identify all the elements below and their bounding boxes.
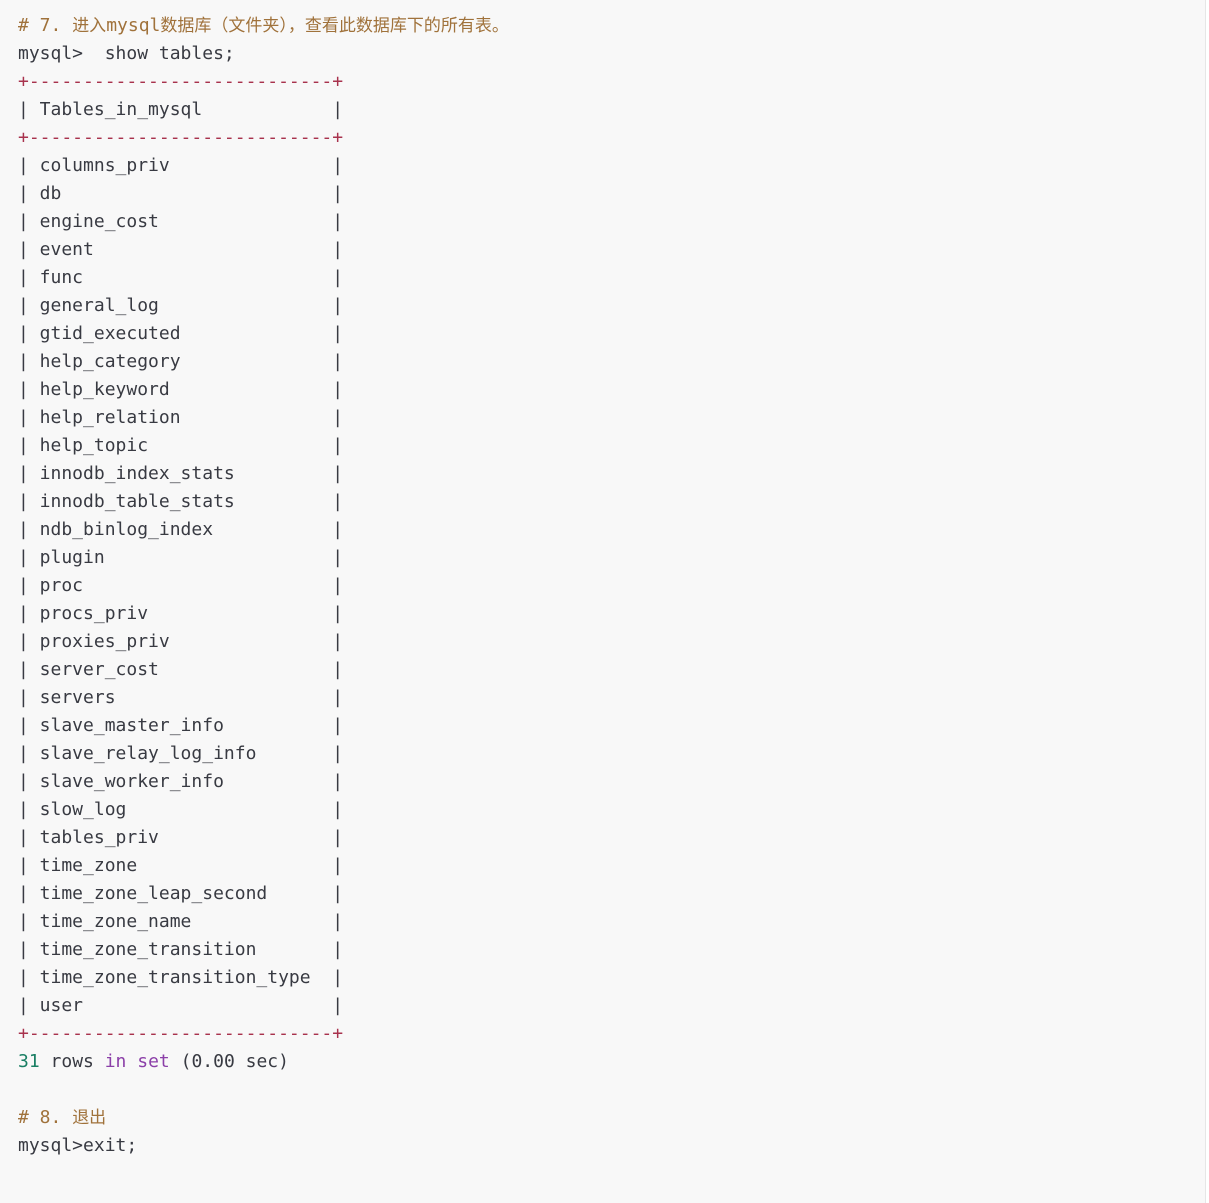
result-space <box>126 1051 137 1072</box>
table-row: | slow_log | <box>18 799 344 820</box>
table-row: | time_zone_transition_type | <box>18 967 344 988</box>
table-row: | general_log | <box>18 295 344 316</box>
code-content: # 7. 进入mysql数据库（文件夹），查看此数据库下的所有表。 mysql> … <box>0 0 1205 1160</box>
table-row: | innodb_table_stats | <box>18 491 344 512</box>
table-row: | ndb_binlog_index | <box>18 519 344 540</box>
table-row: | innodb_index_stats | <box>18 463 344 484</box>
table-row: | gtid_executed | <box>18 323 344 344</box>
comment-db-name: mysql <box>106 15 161 36</box>
table-row: | help_topic | <box>18 435 344 456</box>
table-row: | help_relation | <box>18 407 344 428</box>
table-row: | engine_cost | <box>18 211 344 232</box>
comment-prefix: # 8. <box>18 1107 73 1128</box>
table-row: | time_zone | <box>18 855 344 876</box>
table-header: | Tables_in_mysql | <box>18 99 344 120</box>
comment-step-7: # 7. 进入mysql数据库（文件夹），查看此数据库下的所有表。 <box>18 12 1205 40</box>
table-row: | plugin | <box>18 547 344 568</box>
table-rows: | columns_priv | | db | | engine_cost | | e… <box>18 152 1205 1020</box>
result-summary: 31 rows in set (0.00 sec) <box>18 1048 1205 1076</box>
comment-step-8: # 8. 退出 <box>18 1104 1205 1132</box>
table-row: | time_zone_transition | <box>18 939 344 960</box>
table-row: | slave_relay_log_info | <box>18 743 344 764</box>
code-block: # 7. 进入mysql数据库（文件夹），查看此数据库下的所有表。 mysql> … <box>0 0 1206 1203</box>
table-row: | proc | <box>18 575 344 596</box>
result-rows-word: rows <box>39 1051 105 1072</box>
table-border-bottom: +----------------------------+ <box>18 1023 344 1044</box>
prompt-show-tables: mysql> show tables; <box>18 43 235 64</box>
table-row: | func | <box>18 267 344 288</box>
comment-text: 退出 <box>72 1108 107 1128</box>
comment-text-part2: 数据库（文件夹），查看此数据库下的所有表。 <box>160 16 509 36</box>
table-row: | servers | <box>18 687 344 708</box>
table-border-mid: +----------------------------+ <box>18 127 344 148</box>
table-row: | server_cost | <box>18 659 344 680</box>
table-row: | columns_priv | <box>18 155 344 176</box>
result-count: 31 <box>18 1051 40 1072</box>
table-row: | procs_priv | <box>18 603 344 624</box>
table-row: | event | <box>18 239 344 260</box>
prompt-exit: mysql>exit; <box>18 1135 138 1156</box>
table-row: | time_zone_name | <box>18 911 344 932</box>
table-row: | help_category | <box>18 351 344 372</box>
table-row: | tables_priv | <box>18 827 344 848</box>
comment-prefix: # 7. <box>18 15 73 36</box>
table-row: | proxies_priv | <box>18 631 344 652</box>
table-row: | slave_master_info | <box>18 715 344 736</box>
table-row: | user | <box>18 995 344 1016</box>
table-row: | slave_worker_info | <box>18 771 344 792</box>
table-row: | time_zone_leap_second | <box>18 883 344 904</box>
result-set-keyword: set <box>137 1051 170 1072</box>
result-timing: (0.00 sec) <box>169 1051 289 1072</box>
table-border-top: +----------------------------+ <box>18 71 344 92</box>
comment-text-part1: 进入 <box>72 16 107 36</box>
result-in-keyword: in <box>104 1051 127 1072</box>
table-row: | help_keyword | <box>18 379 344 400</box>
table-row: | db | <box>18 183 344 204</box>
